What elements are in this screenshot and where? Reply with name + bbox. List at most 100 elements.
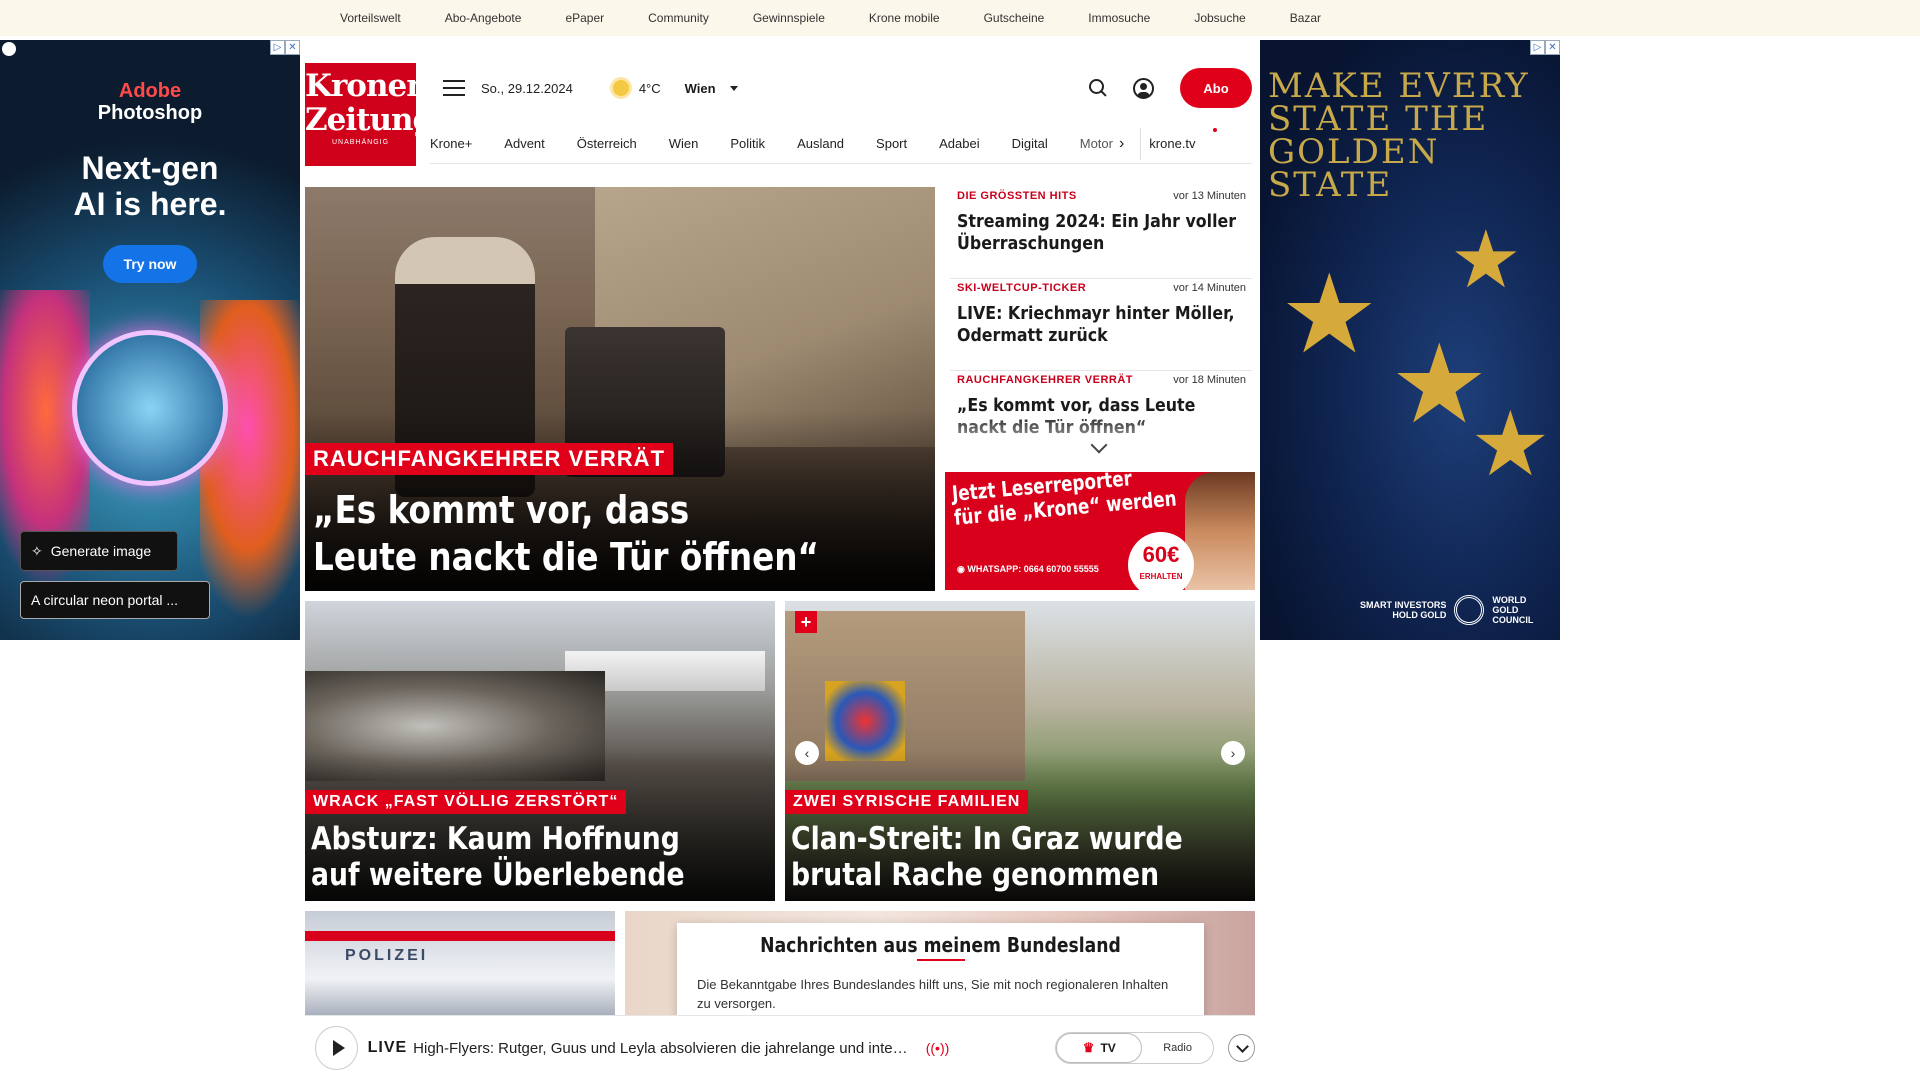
now-playing-title[interactable]: High-Flyers: Rutger, Guus und Leyla abso… xyxy=(413,1040,916,1057)
expand-player-icon[interactable] xyxy=(1227,1034,1255,1062)
promo-badge-amount: 60€ xyxy=(1142,542,1180,567)
list-item[interactable]: SKI-WELTCUP-TICKER vor 14 Minuten LIVE: … xyxy=(950,279,1252,371)
ad-close-icon[interactable]: ✕ xyxy=(285,40,300,55)
service-link-epaper[interactable]: ePaper xyxy=(565,11,604,25)
ad-headline-line1: Next-gen xyxy=(81,150,219,186)
nav-item-krone-plus[interactable]: Krone+ xyxy=(430,136,472,151)
list-item-category: SKI-WELTCUP-TICKER xyxy=(957,282,1087,294)
list-item-time: vor 13 Minuten xyxy=(1173,190,1246,202)
user-icon[interactable] xyxy=(1133,77,1154,99)
star-icon: ★ xyxy=(1470,395,1551,495)
ad-try-now-button[interactable]: Try now xyxy=(103,245,197,283)
live-dot-icon xyxy=(1213,128,1217,132)
search-icon[interactable] xyxy=(1089,79,1107,97)
leserreporter-banner[interactable]: Jetzt Leserreporter für die „Krone“ werd… xyxy=(945,472,1255,590)
police-label: POLIZEI xyxy=(345,947,429,964)
logo-line2: Zeitung xyxy=(305,102,434,138)
toggle-radio[interactable]: Radio xyxy=(1142,1042,1213,1054)
toggle-tv[interactable]: ♛ TV xyxy=(1056,1033,1143,1063)
sparkle-icon: ✧ xyxy=(31,542,43,559)
nav-item-motor[interactable]: Motor xyxy=(1080,136,1113,151)
ad-footer-line: GOLD xyxy=(1492,605,1519,615)
list-item-time: vor 14 Minuten xyxy=(1173,282,1246,294)
card-kicker: WRACK „FAST VÖLLIG ZERSTÖRT“ xyxy=(305,790,627,814)
nav-item-krone-tv[interactable]: krone.tv xyxy=(1149,136,1195,151)
header-actions: Abo xyxy=(1089,68,1252,108)
service-link-gutscheine[interactable]: Gutscheine xyxy=(984,11,1045,25)
list-item-headline[interactable]: LIVE: Kriechmayr hinter Möller, Odermatt… xyxy=(957,303,1239,347)
menu-icon[interactable] xyxy=(443,80,465,96)
site-logo[interactable]: Kronen Zeitung UNABHÄNGIG xyxy=(305,63,434,166)
nav-item-sport[interactable]: Sport xyxy=(876,136,907,151)
ad-right-gold[interactable]: ▷ ✕ MAKE EVERY STATE THE GOLDEN STATE ★ … xyxy=(1260,40,1560,640)
abo-button[interactable]: Abo xyxy=(1180,68,1252,108)
ad-footer-line: COUNCIL xyxy=(1492,615,1534,625)
nav-item-politik[interactable]: Politik xyxy=(730,136,765,151)
article-card[interactable]: + ‹ › ZWEI SYRISCHE FAMILIEN Clan-Streit… xyxy=(785,601,1255,901)
nav-item-digital[interactable]: Digital xyxy=(1012,136,1048,151)
logo-tagline: UNABHÄNGIG xyxy=(331,139,390,146)
ad-left-photoshop[interactable]: ▷ ✕ Adobe Photoshop Next-gen AI is here.… xyxy=(0,40,300,640)
ad-prompt-input[interactable]: A circular neon portal ... xyxy=(20,581,210,619)
ad-generate-image-button[interactable]: ✧ Generate image xyxy=(20,531,178,571)
list-item-category: RAUCHFANGKEHRER VERRÄT xyxy=(957,374,1134,386)
main-nav: Krone+ Advent Österreich Wien Politik Au… xyxy=(430,124,1252,164)
ad-headline-line2: AI is here. xyxy=(73,186,227,222)
chevron-left-icon[interactable]: ‹ xyxy=(795,741,819,765)
city-selector[interactable]: Wien xyxy=(685,81,716,96)
logo-line1: Kronen xyxy=(305,68,429,104)
ad-footer: SMART INVESTORS HOLD GOLD WORLD GOLD COU… xyxy=(1360,595,1533,625)
ad-brand-line1: Adobe xyxy=(118,80,182,102)
article-card[interactable]: WRACK „FAST VÖLLIG ZERSTÖRT“ Absturz: Ka… xyxy=(305,601,775,901)
hero-article[interactable]: RAUCHFANGKEHRER VERRÄT „Es kommt vor, da… xyxy=(305,187,935,591)
ad-close-icon[interactable]: ✕ xyxy=(1545,40,1560,55)
service-link-community[interactable]: Community xyxy=(648,11,709,25)
ad-decoration xyxy=(200,300,300,620)
chevron-right-icon[interactable]: › xyxy=(1221,741,1245,765)
ad-footer-line: SMART INVESTORS xyxy=(1360,600,1447,610)
promo-badge: 60€ ERHALTEN xyxy=(1128,532,1194,590)
dialog-title: Nachrichten aus meinem Bundesland xyxy=(760,933,1121,957)
hero-title-line1: „Es kommt vor, dass xyxy=(313,488,690,532)
nav-divider xyxy=(1140,127,1142,160)
service-link-jobsuche[interactable]: Jobsuche xyxy=(1194,11,1245,25)
adchoices-icon[interactable]: ▷ xyxy=(270,40,285,55)
card-title-line2: brutal Rache genommen xyxy=(791,857,1160,893)
service-link-vorteilswelt[interactable]: Vorteilswelt xyxy=(340,11,401,25)
live-label: LIVE xyxy=(367,1039,408,1056)
hero-title: „Es kommt vor, dass Leute nackt die Tür … xyxy=(313,487,915,581)
ad-info-icon[interactable] xyxy=(2,42,16,56)
promo-whatsapp-number: WHATSAPP: 0664 60700 55555 xyxy=(967,564,1099,574)
tv-radio-toggle[interactable]: ♛ TV Radio xyxy=(1055,1032,1214,1064)
card-image-graffiti xyxy=(825,681,905,761)
temperature: 4°C xyxy=(638,80,661,96)
card-title-line1: Clan-Streit: In Graz wurde xyxy=(791,821,1183,857)
nav-item-wien[interactable]: Wien xyxy=(669,136,699,151)
service-link-abo-angebote[interactable]: Abo-Angebote xyxy=(445,11,522,25)
adchoices-icon[interactable]: ▷ xyxy=(1530,40,1545,55)
service-link-krone-mobile[interactable]: Krone mobile xyxy=(869,11,940,25)
service-link-immosuche[interactable]: Immosuche xyxy=(1088,11,1150,25)
nav-item-ausland[interactable]: Ausland xyxy=(797,136,844,151)
crown-icon: ♛ xyxy=(1082,1040,1095,1055)
service-link-bazar[interactable]: Bazar xyxy=(1290,11,1321,25)
card-title-line1: Absturz: Kaum Hoffnung xyxy=(311,821,680,857)
nav-item-oesterreich[interactable]: Österreich xyxy=(577,136,637,151)
chevron-right-icon[interactable]: › xyxy=(1119,135,1124,153)
service-link-gewinnspiele[interactable]: Gewinnspiele xyxy=(753,11,825,25)
list-item[interactable]: DIE GRÖSSTEN HITS vor 13 Minuten Streami… xyxy=(950,187,1252,279)
ad-portal-image xyxy=(72,330,228,486)
hero-kicker: RAUCHFANGKEHRER VERRÄT xyxy=(305,443,674,475)
nav-item-adabei[interactable]: Adabei xyxy=(939,136,979,151)
ad-footer-brand: WORLD GOLD COUNCIL xyxy=(1492,595,1533,625)
nav-item-advent[interactable]: Advent xyxy=(504,136,544,151)
ad-headline: Next-gen AI is here. xyxy=(0,150,300,222)
chevron-down-icon[interactable] xyxy=(729,85,738,91)
play-icon[interactable] xyxy=(315,1026,358,1070)
card-title-line2: auf weitere Überlebende xyxy=(311,857,685,893)
service-bar: Vorteilswelt Abo-Angebote ePaper Communi… xyxy=(0,0,1920,36)
list-item-headline[interactable]: Streaming 2024: Ein Jahr voller Überrasc… xyxy=(957,211,1239,255)
ad-headline: MAKE EVERY STATE THE GOLDEN STATE xyxy=(1268,69,1558,202)
card-title: Absturz: Kaum Hoffnung auf weitere Überl… xyxy=(311,821,775,893)
star-icon: ★ xyxy=(1450,215,1522,304)
